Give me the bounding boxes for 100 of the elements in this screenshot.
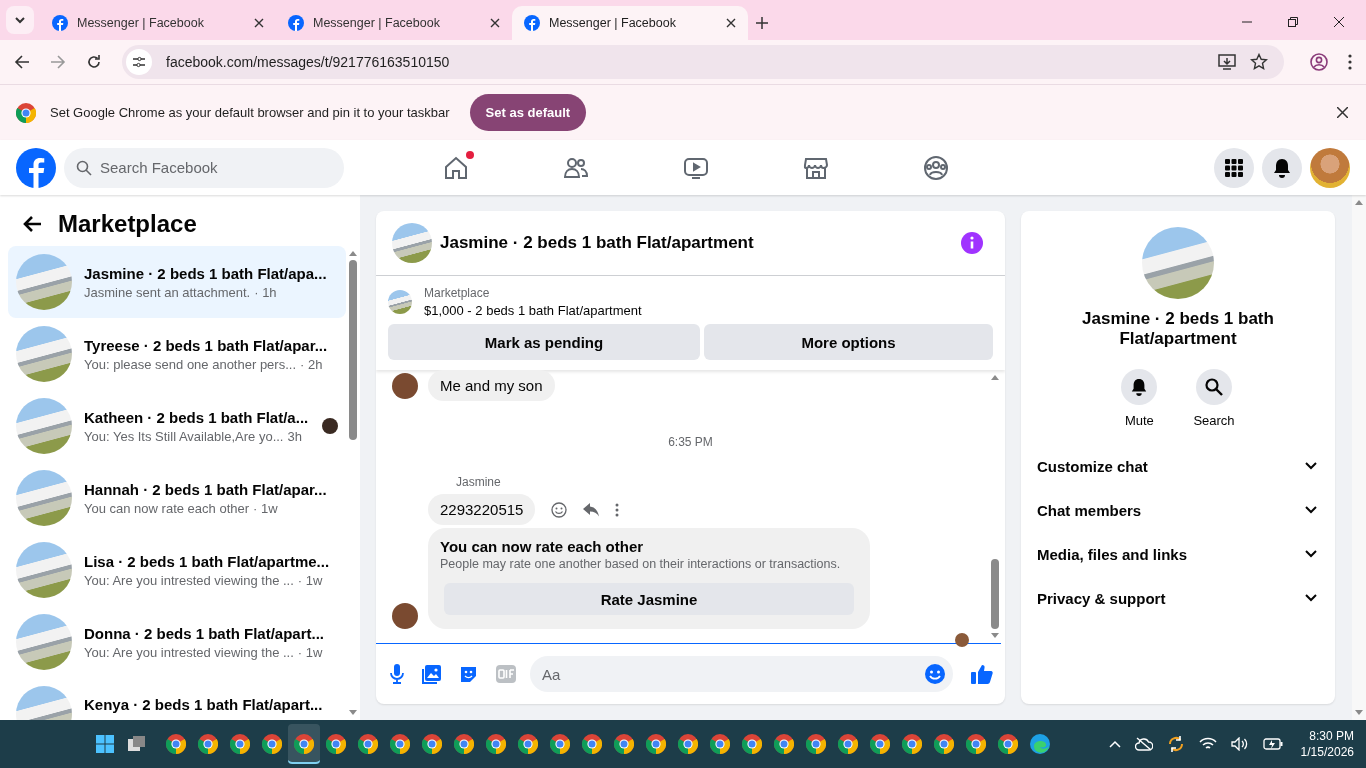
infobar-message: Set Google Chrome as your default browser and pin it to your taskbar <box>50 105 450 120</box>
clock-date[interactable]: 1/15/2026 <box>1300 745 1354 759</box>
battery-icon[interactable] <box>1262 738 1283 750</box>
search-icon <box>1205 378 1223 396</box>
scroll-up-icon[interactable] <box>991 374 999 380</box>
browser-tab[interactable]: Messenger | Facebook <box>40 6 276 40</box>
info-icon[interactable] <box>961 232 983 254</box>
chrome-icon <box>934 734 954 754</box>
scroll-down-icon[interactable] <box>349 710 357 716</box>
action-label: Mute <box>1124 413 1154 428</box>
listing-action-button[interactable]: More options <box>704 324 993 360</box>
facebook-icon <box>52 15 68 31</box>
home-icon[interactable] <box>443 154 469 181</box>
site-settings-icon[interactable] <box>126 49 152 75</box>
close-icon[interactable] <box>1334 17 1344 27</box>
thumbs-up-icon[interactable] <box>971 664 993 684</box>
scrollbar-thumb[interactable] <box>349 260 357 440</box>
message-field[interactable]: Aa <box>530 656 953 692</box>
task-view-icon[interactable] <box>128 736 146 752</box>
wifi-icon[interactable] <box>1198 737 1217 751</box>
chevron-up-icon[interactable] <box>1108 740 1121 748</box>
chrome-icon <box>710 734 730 754</box>
chrome-icon <box>614 734 634 754</box>
bell-icon <box>1130 378 1149 396</box>
close-icon[interactable] <box>1337 107 1348 118</box>
chrome-icon <box>902 734 922 754</box>
close-icon[interactable] <box>254 18 264 28</box>
message-time: · 1h <box>254 284 277 300</box>
clock-time[interactable]: 8:30 PM <box>1309 729 1354 743</box>
emoji-icon[interactable] <box>551 501 568 518</box>
section-title: Media, files and links <box>1037 545 1188 563</box>
chrome-icon <box>870 734 890 754</box>
conversation-item[interactable]: Jasmine · 2 beds 1 bath Flat/apa... Jasmine sent an attachment. · 1h <box>8 246 346 318</box>
set-default-button[interactable]: Set as default <box>469 94 587 131</box>
conversation-title: Donna · 2 beds 1 bath Flat/apart... <box>84 624 326 642</box>
back-icon[interactable] <box>22 215 42 233</box>
more-icon[interactable] <box>615 502 620 517</box>
timestamp: 6:35 PM <box>668 435 713 449</box>
chrome-icon <box>646 734 666 754</box>
chrome-icon <box>166 734 186 754</box>
section-header[interactable]: Customize chat <box>1037 444 1319 488</box>
conversation-item[interactable]: Lisa · 2 beds 1 bath Flat/apartme... You: Are you intrested viewing the ... · 1w <box>8 534 346 606</box>
account-avatar[interactable] <box>1310 147 1350 188</box>
chrome-icon <box>518 734 538 754</box>
conversation-title: Jasmine · 2 beds 1 bath Flat/apa... <box>84 264 328 282</box>
message-preview: You: Are you intrested viewing the ... <box>84 644 294 660</box>
url-text: facebook.com/messages/t/921776163510150 <box>166 54 450 70</box>
message-preview: Jasmine sent an attachment. <box>84 284 251 300</box>
section-header[interactable]: Media, files and links <box>1037 532 1319 576</box>
chrome-icon <box>486 734 506 754</box>
reply-icon[interactable] <box>583 502 600 517</box>
house-photo <box>16 614 72 670</box>
section-title: Chat members <box>1037 501 1142 519</box>
new-tab-icon[interactable] <box>756 17 768 29</box>
facebook-logo[interactable] <box>16 147 56 188</box>
scroll-down-icon[interactable] <box>991 633 999 639</box>
conversation-item[interactable]: Donna · 2 beds 1 bath Flat/apart... You: Are you intrested viewing the ... · 1w <box>8 606 346 678</box>
profile-icon[interactable] <box>1310 53 1328 71</box>
tab-search-button[interactable] <box>6 6 34 34</box>
house-photo <box>16 470 72 526</box>
conversation-title: Tyreese · 2 beds 1 bath Flat/apar... <box>84 336 329 354</box>
bookmark-star-icon[interactable] <box>1250 53 1268 71</box>
conversation-item[interactable]: Hannah · 2 beds 1 bath Flat/apar... You can now rate each other · 1w <box>8 462 346 534</box>
listing-action-button[interactable]: Mark as pending <box>388 324 700 360</box>
browser-tab[interactable]: Messenger | Facebook <box>276 6 512 40</box>
volume-icon[interactable] <box>1230 737 1249 751</box>
search-field[interactable]: Search Facebook <box>64 147 344 188</box>
restore-icon[interactable] <box>1288 17 1298 27</box>
rate-button[interactable]: Rate Jasmine <box>444 583 854 615</box>
forward-icon[interactable] <box>50 54 66 70</box>
emoji-icon[interactable] <box>925 664 945 684</box>
section-header[interactable]: Chat members <box>1037 488 1319 532</box>
search-button[interactable] <box>1196 369 1232 405</box>
image-icon[interactable] <box>422 664 441 684</box>
sticker-icon[interactable] <box>459 664 478 684</box>
install-icon[interactable] <box>1218 53 1236 71</box>
conversation-item[interactable]: Tyreese · 2 beds 1 bath Flat/apar... You: please send one another pers... · 2h <box>8 318 346 390</box>
start-icon[interactable] <box>96 735 114 753</box>
address-bar[interactable]: facebook.com/messages/t/921776163510150 <box>122 45 1284 79</box>
chat-title: Jasmine · 2 beds 1 bath Flat/apartment <box>440 233 754 253</box>
close-icon[interactable] <box>490 18 500 28</box>
cloud-icon[interactable] <box>1134 737 1153 751</box>
menu-button[interactable] <box>1214 147 1254 188</box>
section-header[interactable]: Privacy & support <box>1037 576 1319 620</box>
notifications-button[interactable] <box>1262 147 1302 188</box>
menu-icon[interactable] <box>1348 54 1352 70</box>
scroll-down-icon[interactable] <box>1355 710 1363 716</box>
scroll-up-icon[interactable] <box>1355 199 1363 205</box>
reload-icon[interactable] <box>86 54 102 70</box>
back-icon[interactable] <box>14 54 30 70</box>
conversation-item[interactable]: Katheen · 2 beds 1 bath Flat/a... You: Yes Its Still Available,Are yo... 3h <box>8 390 346 462</box>
browser-tab[interactable]: Messenger | Facebook <box>512 6 748 40</box>
sync-icon[interactable] <box>1166 735 1185 753</box>
scrollbar-thumb[interactable] <box>991 559 999 629</box>
close-icon[interactable] <box>726 18 736 28</box>
taskbar-button[interactable] <box>288 724 320 764</box>
microphone-icon[interactable] <box>390 664 404 684</box>
groups-icon[interactable] <box>923 154 949 181</box>
mute-button[interactable] <box>1121 369 1158 405</box>
scroll-up-icon[interactable] <box>349 250 357 256</box>
